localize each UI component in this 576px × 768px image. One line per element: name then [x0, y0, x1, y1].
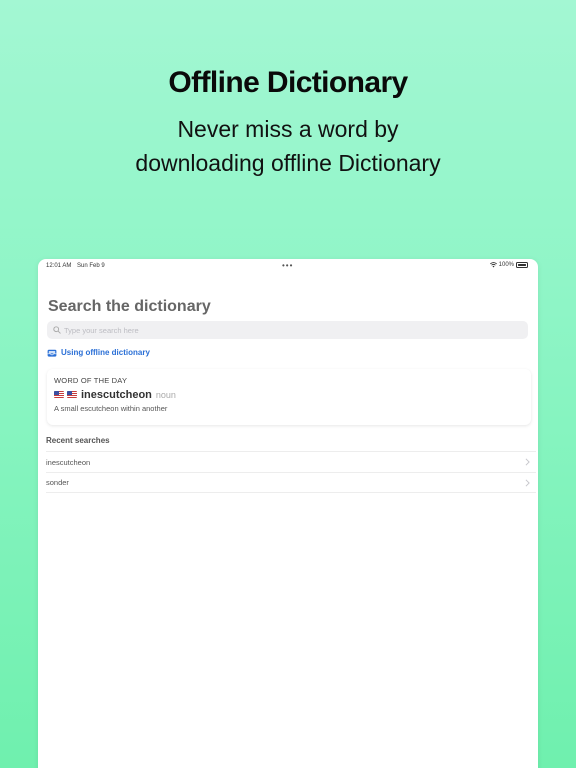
status-right: 100% [489, 262, 528, 268]
multitasking-dots[interactable]: ••• [282, 261, 293, 270]
word-of-the-day: inescutcheon [81, 389, 152, 401]
subtitle: Never miss a word by downloading offline… [135, 116, 441, 176]
headline: Offline Dictionary [168, 66, 408, 99]
offline-dictionary-link[interactable]: Using offline dictionary [47, 348, 150, 357]
definition: A small escutcheon within another [54, 404, 168, 413]
wifi-icon [489, 262, 497, 268]
status-date: Sun Feb 9 [77, 263, 105, 269]
recent-searches-title: Recent searches [46, 436, 110, 445]
ipad-screen: 12:01 AM Sun Feb 9 ••• 100% Search the d… [38, 259, 538, 768]
recent-searches-list: inescutcheon sonder [46, 451, 536, 493]
part-of-speech: noun [155, 390, 176, 400]
word-row: inescutcheon noun [54, 389, 524, 401]
offline-label: Using offline dictionary [61, 348, 150, 357]
battery-percent: 100% [498, 262, 514, 268]
uk-flag-icon[interactable] [67, 391, 77, 398]
chevron-right-icon [525, 478, 530, 487]
recent-item-label: inescutcheon [46, 457, 91, 467]
search-bar[interactable] [47, 321, 528, 339]
word-of-the-day-heading: WORD OF THE DAY [54, 376, 128, 385]
list-item[interactable]: inescutcheon [46, 451, 536, 472]
recent-item-label: sonder [46, 478, 69, 487]
tray-icon [47, 349, 57, 357]
us-flag-icon[interactable] [54, 391, 64, 398]
word-of-the-day-card[interactable]: WORD OF THE DAY inescutcheon noun A smal… [47, 369, 531, 425]
status-time: 12:01 AM [46, 263, 72, 269]
status-bar: 12:01 AM Sun Feb 9 ••• 100% [38, 259, 538, 273]
list-item[interactable]: sonder [46, 472, 536, 493]
search-input[interactable] [64, 325, 504, 335]
chevron-right-icon [525, 458, 530, 466]
page-title: Search the dictionary [48, 298, 211, 315]
search-icon [53, 326, 61, 334]
battery-icon [516, 262, 528, 268]
